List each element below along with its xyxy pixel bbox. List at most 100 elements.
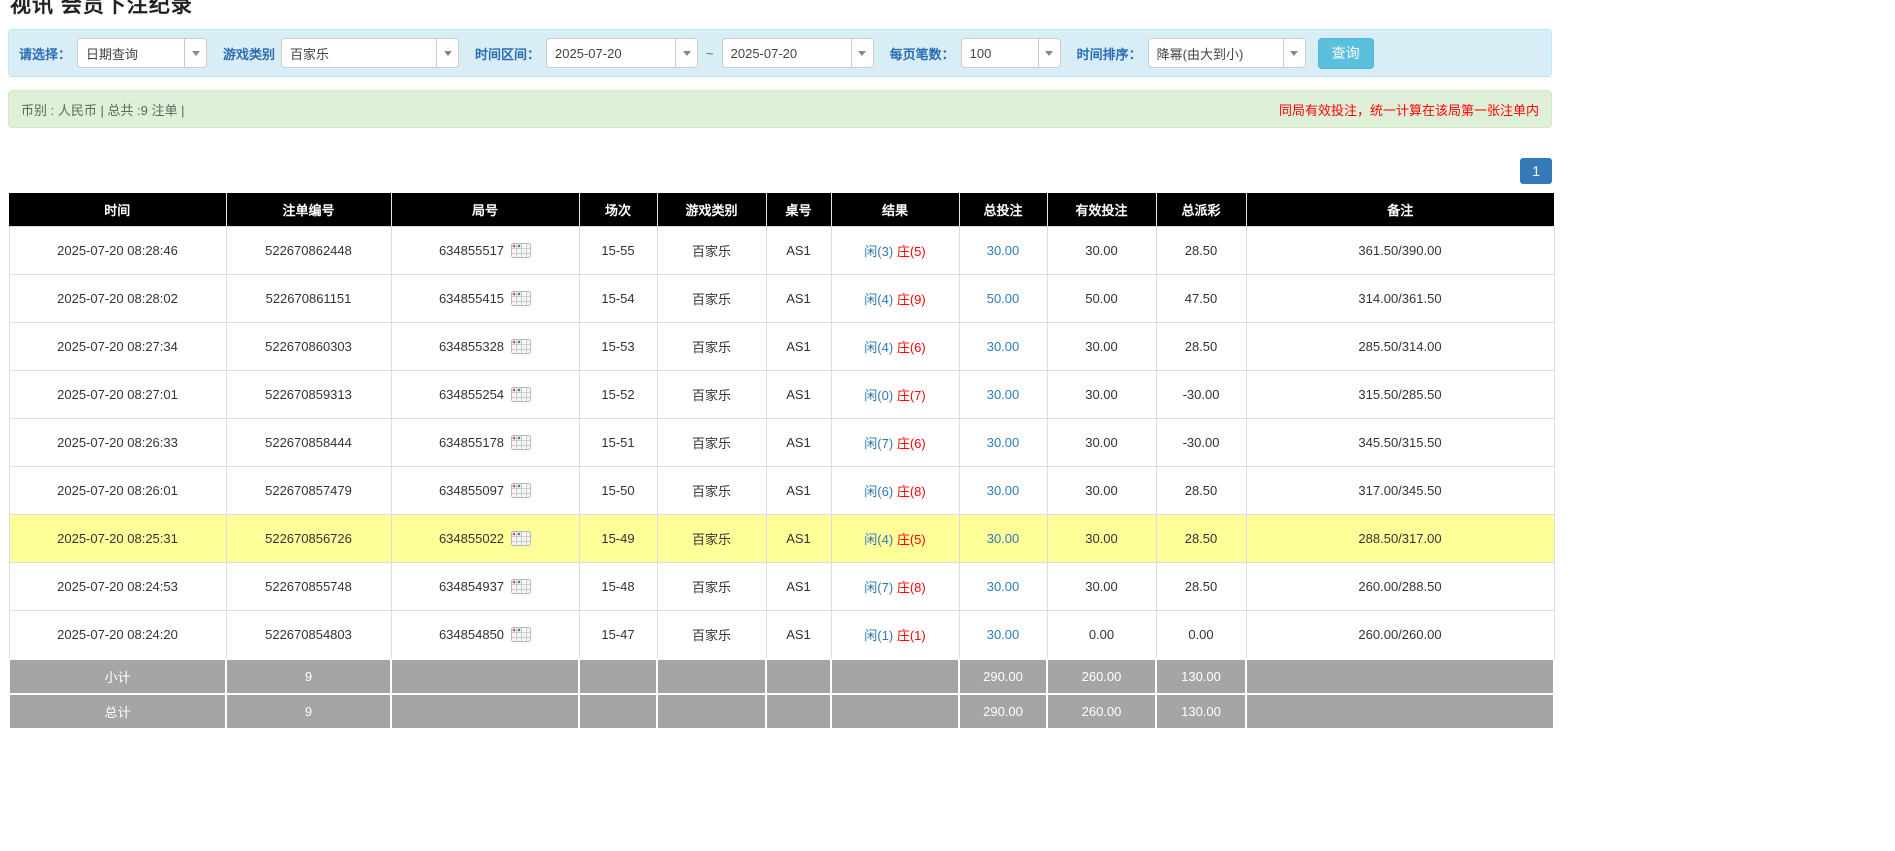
total-count: 9 [226,694,391,729]
cell-bet-id: 522670860303 [226,323,391,371]
total-bet-link[interactable]: 30.00 [987,339,1020,354]
cell-payout: 47.50 [1156,275,1246,323]
cell-session: 15-48 [579,563,657,611]
column-header-7: 总投注 [959,193,1047,227]
total-bet-link[interactable]: 30.00 [987,531,1020,546]
result-banker: 庄(8) [897,484,926,499]
cell-result: 闲(4) 庄(5) [831,515,959,563]
game-type-value: 百家乐 [282,44,436,63]
cell-game-type: 百家乐 [657,515,766,563]
total-bet-link[interactable]: 30.00 [987,483,1020,498]
chevron-down-icon[interactable] [675,39,697,67]
cell-result: 闲(6) 庄(8) [831,467,959,515]
page-1-button[interactable]: 1 [1520,158,1552,184]
cell-table-no: AS1 [766,275,831,323]
cell-session: 15-51 [579,419,657,467]
result-banker: 庄(5) [897,244,926,259]
column-header-10: 备注 [1246,193,1554,227]
cell-game-type: 百家乐 [657,323,766,371]
cell-table-no: AS1 [766,419,831,467]
result-banker: 庄(5) [897,532,926,547]
total-bet-link[interactable]: 30.00 [987,243,1020,258]
cell-result: 闲(7) 庄(6) [831,419,959,467]
cell-game-type: 百家乐 [657,371,766,419]
page-title: 视讯 会员下注纪录 [10,0,1552,19]
result-player: 闲(4) [864,292,893,307]
round-number: 634854937 [439,579,504,594]
round-number: 634855254 [439,387,504,402]
chevron-down-icon[interactable] [184,39,206,67]
round-wrap: 634855097 [439,483,531,498]
cell-game-type: 百家乐 [657,419,766,467]
round-number: 634855517 [439,243,504,258]
cell-round: 634855328 [391,323,579,371]
roadmap-icon[interactable] [511,387,531,402]
subtotal-row: 小计9290.00260.00130.00 [9,659,1554,694]
total-bet-link[interactable]: 30.00 [987,627,1020,642]
cell-game-type: 百家乐 [657,563,766,611]
game-type-select[interactable]: 百家乐 [281,38,459,68]
round-wrap: 634855254 [439,387,531,402]
subtotal-valid-bet: 260.00 [1047,659,1156,694]
total-bet-link[interactable]: 50.00 [987,291,1020,306]
roadmap-icon[interactable] [511,243,531,258]
cell-valid-bet: 30.00 [1047,227,1156,275]
cell-round: 634855178 [391,419,579,467]
roadmap-icon[interactable] [511,339,531,354]
roadmap-icon[interactable] [511,531,531,546]
round-number: 634855178 [439,435,504,450]
cell-result: 闲(0) 庄(7) [831,371,959,419]
chevron-down-icon[interactable] [1038,39,1060,67]
cell-game-type: 百家乐 [657,275,766,323]
column-header-3: 场次 [579,193,657,227]
table-row: 2025-07-20 08:24:53522670855748634854937… [9,563,1554,611]
cell-total-bet: 50.00 [959,275,1047,323]
chevron-down-icon[interactable] [851,39,873,67]
result-player: 闲(4) [864,532,893,547]
table-row: 2025-07-20 08:28:02522670861151634855415… [9,275,1554,323]
result-banker: 庄(8) [897,580,926,595]
cell-table-no: AS1 [766,323,831,371]
roadmap-icon[interactable] [511,291,531,306]
cell-note: 361.50/390.00 [1246,227,1554,275]
cell-round: 634854850 [391,611,579,660]
round-wrap: 634855022 [439,531,531,546]
date-from-select[interactable]: 2025-07-20 [546,38,698,68]
roadmap-icon[interactable] [511,435,531,450]
query-type-select[interactable]: 日期查询 [77,38,207,68]
chevron-down-icon[interactable] [436,39,458,67]
time-sort-select[interactable]: 降幂(由大到小) [1148,38,1306,68]
round-number: 634855097 [439,483,504,498]
chevron-down-icon[interactable] [1283,39,1305,67]
search-button[interactable]: 查询 [1318,38,1374,69]
result-banker: 庄(9) [897,292,926,307]
date-to-select[interactable]: 2025-07-20 [722,38,874,68]
cell-total-bet: 30.00 [959,467,1047,515]
subtotal-empty [831,659,959,694]
page-size-select[interactable]: 100 [961,38,1061,68]
cell-time: 2025-07-20 08:25:31 [9,515,226,563]
cell-bet-id: 522670859313 [226,371,391,419]
cell-table-no: AS1 [766,227,831,275]
column-header-9: 总派彩 [1156,193,1246,227]
result-player: 闲(1) [864,628,893,643]
roadmap-icon[interactable] [511,483,531,498]
roadmap-icon[interactable] [511,627,531,642]
cell-payout: -30.00 [1156,371,1246,419]
round-wrap: 634855178 [439,435,531,450]
total-empty [657,694,766,729]
table-header-row: 时间注单编号局号场次游戏类别桌号结果总投注有效投注总派彩备注 [9,193,1554,227]
column-header-8: 有效投注 [1047,193,1156,227]
total-empty [766,694,831,729]
query-type-label: 请选择： [19,44,71,63]
total-bet-link[interactable]: 30.00 [987,435,1020,450]
total-payout: 130.00 [1156,694,1246,729]
cell-note: 260.00/288.50 [1246,563,1554,611]
roadmap-icon[interactable] [511,579,531,594]
cell-note: 285.50/314.00 [1246,323,1554,371]
cell-session: 15-53 [579,323,657,371]
result-banker: 庄(7) [897,388,926,403]
total-bet-link[interactable]: 30.00 [987,579,1020,594]
total-bet-link[interactable]: 30.00 [987,387,1020,402]
cell-result: 闲(4) 庄(9) [831,275,959,323]
